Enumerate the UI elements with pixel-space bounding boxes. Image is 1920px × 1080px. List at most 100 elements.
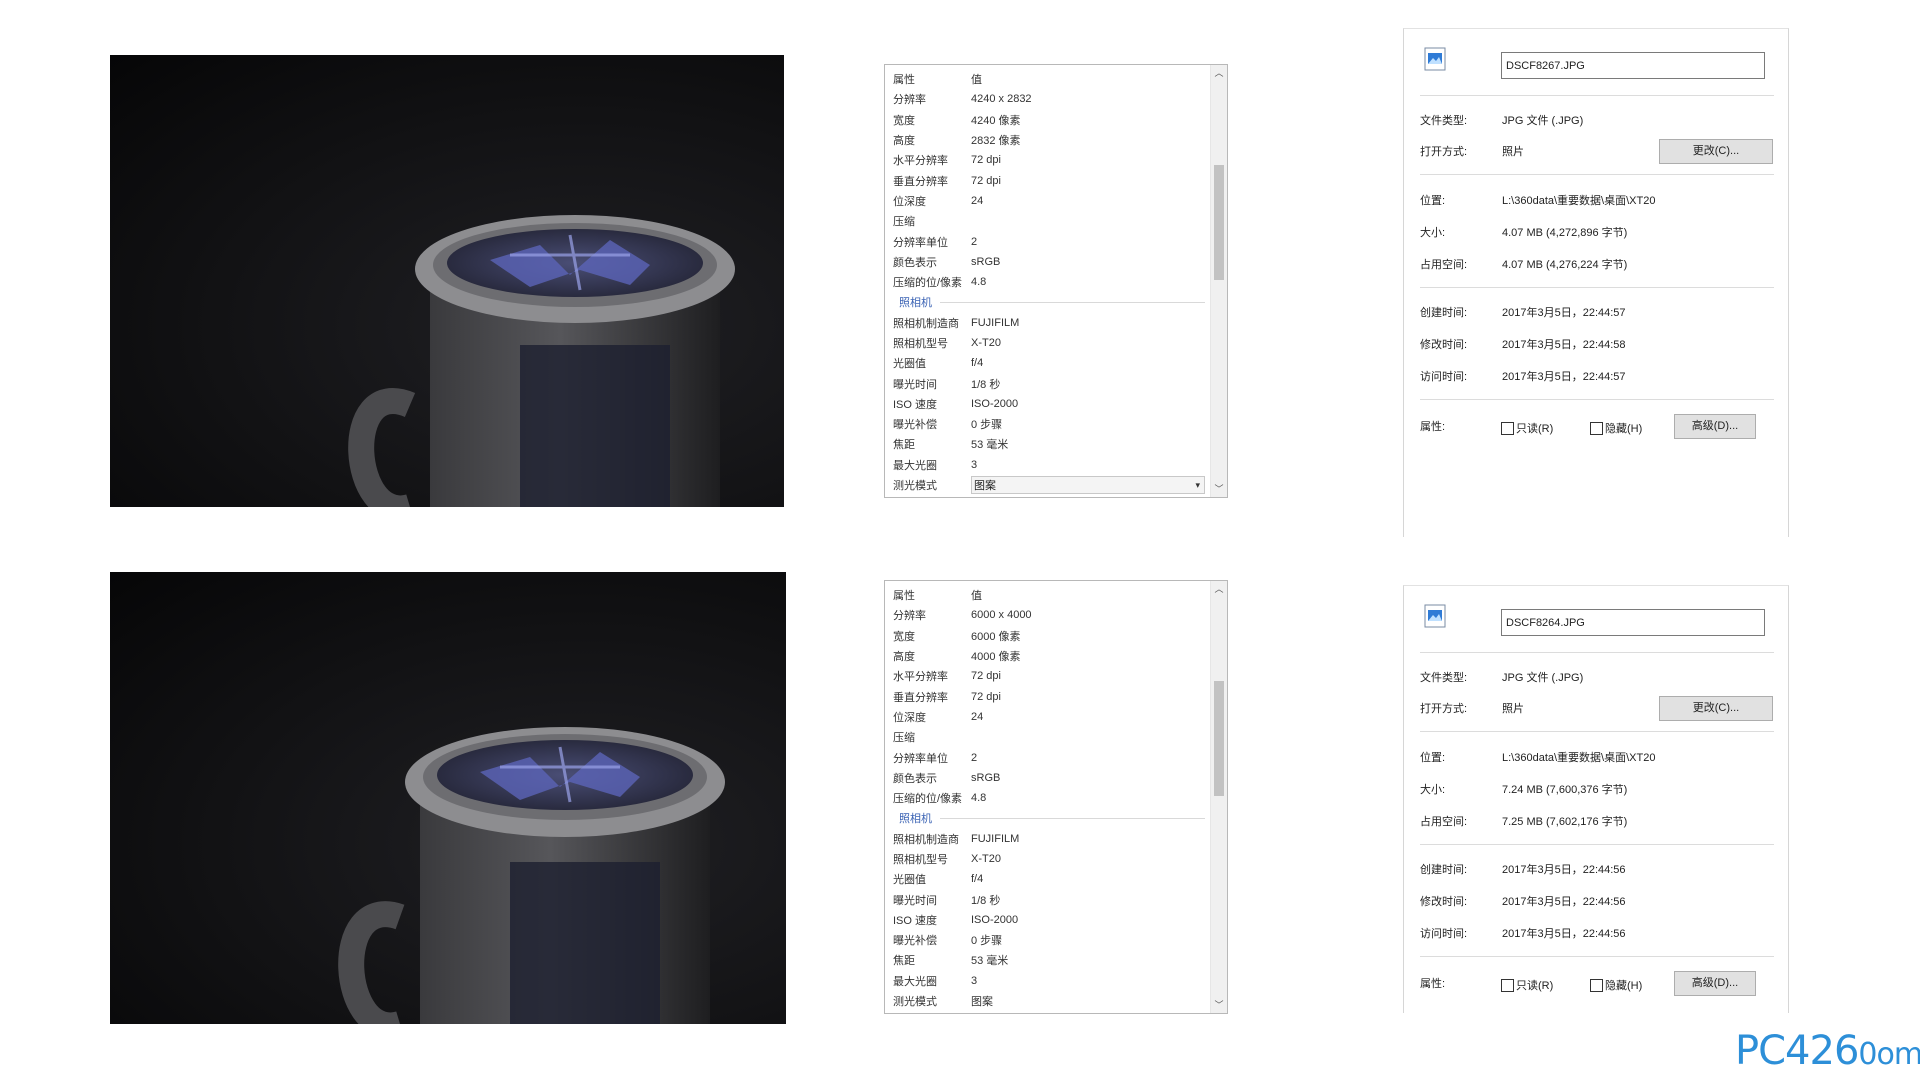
- details-rows: 属性 值 分辨率 6000 x 4000 宽度 6000 像素 高度 4000 像素 …: [893, 585, 1209, 1011]
- divider: [1420, 95, 1774, 96]
- header-value[interactable]: 值: [971, 587, 982, 603]
- details-header: 属性 值: [893, 585, 1209, 605]
- mug-illustration: [348, 215, 735, 507]
- scroll-up-icon[interactable]: ︿: [1211, 581, 1227, 597]
- details-row[interactable]: 照相机型号 X-T20: [893, 849, 1209, 869]
- details-row[interactable]: 分辨率 6000 x 4000: [893, 605, 1209, 625]
- scrollbar-thumb[interactable]: [1214, 681, 1224, 796]
- watermark-suffix: 0om: [1858, 1037, 1920, 1072]
- details-row[interactable]: 最大光圈 3: [893, 971, 1209, 991]
- filename-field[interactable]: DSCF8264.JPG: [1501, 609, 1765, 636]
- vertical-scrollbar[interactable]: ︿ ﹀: [1210, 65, 1227, 497]
- readonly-checkbox[interactable]: 只读(R): [1501, 420, 1553, 436]
- details-row[interactable]: 光圈值 f/4: [893, 353, 1209, 373]
- readonly-checkbox[interactable]: 只读(R): [1501, 977, 1553, 993]
- details-row[interactable]: 压缩的位/像素 4.8: [893, 788, 1209, 808]
- size-on-disk-label: 占用空间:: [1420, 259, 1468, 271]
- hidden-checkbox[interactable]: 隐藏(H): [1590, 977, 1642, 993]
- location-label: 位置:: [1420, 195, 1446, 207]
- attributes-label: 属性:: [1420, 978, 1446, 990]
- details-row[interactable]: 光圈值 f/4: [893, 869, 1209, 889]
- details-row[interactable]: 水平分辨率 72 dpi: [893, 150, 1209, 170]
- checkbox-box[interactable]: [1501, 978, 1514, 992]
- checkbox-box[interactable]: [1590, 978, 1603, 992]
- change-button[interactable]: 更改(C)...: [1659, 696, 1773, 721]
- divider: [1420, 174, 1774, 175]
- image-file-icon: [1424, 604, 1446, 628]
- details-row[interactable]: 高度 4000 像素: [893, 646, 1209, 666]
- details-row[interactable]: 宽度 4240 像素: [893, 110, 1209, 130]
- details-row[interactable]: 分辨率单位 2: [893, 231, 1209, 251]
- details-row[interactable]: 分辨率 4240 x 2832: [893, 89, 1209, 109]
- scroll-down-icon[interactable]: ﹀: [1211, 997, 1227, 1013]
- advanced-button[interactable]: 高级(D)...: [1674, 414, 1756, 439]
- accessed-value: 2017年3月5日，22:44:57: [1502, 371, 1626, 383]
- details-group-camera: 照相机: [893, 808, 1209, 828]
- modified-label: 修改时间:: [1420, 339, 1468, 351]
- details-row[interactable]: 照相机制造商 FUJIFILM: [893, 829, 1209, 849]
- header-property[interactable]: 属性: [893, 71, 971, 87]
- details-row[interactable]: 曝光时间 1/8 秒: [893, 889, 1209, 909]
- file-type-value: JPG 文件 (.JPG): [1502, 672, 1584, 684]
- scrollbar-thumb[interactable]: [1214, 165, 1224, 280]
- details-row[interactable]: 曝光补偿 0 步骤: [893, 414, 1209, 434]
- details-row[interactable]: 照相机制造商 FUJIFILM: [893, 313, 1209, 333]
- location-label: 位置:: [1420, 752, 1446, 764]
- created-label: 创建时间:: [1420, 307, 1468, 319]
- details-row-metering[interactable]: 测光模式 图案 ▾: [893, 475, 1209, 495]
- details-row[interactable]: 焦距 53 毫米: [893, 434, 1209, 454]
- dropdown-value: 图案: [974, 480, 996, 493]
- details-row[interactable]: 压缩: [893, 211, 1209, 231]
- details-row[interactable]: 位深度 24: [893, 707, 1209, 727]
- details-row[interactable]: 高度 2832 像素: [893, 130, 1209, 150]
- details-row[interactable]: 曝光补偿 0 步骤: [893, 930, 1209, 950]
- details-row[interactable]: 垂直分辨率 72 dpi: [893, 170, 1209, 190]
- details-row[interactable]: 焦距 53 毫米: [893, 950, 1209, 970]
- details-list-top[interactable]: 属性 值 分辨率 4240 x 2832 宽度 4240 像素 高度 2832 像素 …: [884, 64, 1228, 498]
- details-row[interactable]: 压缩的位/像素 4.8: [893, 272, 1209, 292]
- details-row[interactable]: 颜色表示 sRGB: [893, 768, 1209, 788]
- details-row[interactable]: 垂直分辨率 72 dpi: [893, 686, 1209, 706]
- created-value: 2017年3月5日，22:44:57: [1502, 307, 1626, 319]
- change-button[interactable]: 更改(C)...: [1659, 139, 1773, 164]
- details-row[interactable]: 照相机型号 X-T20: [893, 333, 1209, 353]
- details-row[interactable]: 颜色表示 sRGB: [893, 252, 1209, 272]
- details-row[interactable]: ISO 速度 ISO-2000: [893, 394, 1209, 414]
- details-row[interactable]: 分辨率单位 2: [893, 747, 1209, 767]
- metering-mode-dropdown[interactable]: 图案 ▾: [971, 475, 1205, 495]
- details-row[interactable]: 测光模式 图案: [893, 991, 1209, 1011]
- modified-value: 2017年3月5日，22:44:56: [1502, 896, 1626, 908]
- hidden-checkbox[interactable]: 隐藏(H): [1590, 420, 1642, 436]
- checkbox-box[interactable]: [1590, 421, 1603, 435]
- divider: [1420, 956, 1774, 957]
- size-on-disk-value: 7.25 MB (7,602,176 字节): [1502, 816, 1628, 828]
- details-row[interactable]: ISO 速度 ISO-2000: [893, 910, 1209, 930]
- created-value: 2017年3月5日，22:44:56: [1502, 864, 1626, 876]
- scroll-up-icon[interactable]: ︿: [1211, 65, 1227, 81]
- site-watermark-logo: PC4260om: [1735, 1028, 1920, 1074]
- header-value[interactable]: 值: [971, 71, 982, 87]
- details-row[interactable]: 位深度 24: [893, 191, 1209, 211]
- attributes-label: 属性:: [1420, 421, 1446, 433]
- details-row[interactable]: 水平分辨率 72 dpi: [893, 666, 1209, 686]
- location-value: L:\360data\重要数据\桌面\XT20: [1502, 752, 1656, 764]
- header-property[interactable]: 属性: [893, 587, 971, 603]
- size-on-disk-label: 占用空间:: [1420, 816, 1468, 828]
- size-label: 大小:: [1420, 784, 1446, 796]
- filename-field[interactable]: DSCF8267.JPG: [1501, 52, 1765, 79]
- details-row[interactable]: 宽度 6000 像素: [893, 626, 1209, 646]
- accessed-value: 2017年3月5日，22:44:56: [1502, 928, 1626, 940]
- file-properties-dialog-top: DSCF8267.JPG 文件类型: JPG 文件 (.JPG) 打开方式: 照…: [1403, 28, 1789, 537]
- divider: [1420, 652, 1774, 653]
- scroll-down-icon[interactable]: ﹀: [1211, 481, 1227, 497]
- checkbox-box[interactable]: [1501, 421, 1514, 435]
- vertical-scrollbar[interactable]: ︿ ﹀: [1210, 581, 1227, 1013]
- size-value: 7.24 MB (7,600,376 字节): [1502, 784, 1628, 796]
- details-row[interactable]: 最大光圈 3: [893, 455, 1209, 475]
- details-row[interactable]: 压缩: [893, 727, 1209, 747]
- divider: [1420, 287, 1774, 288]
- details-row[interactable]: 曝光时间 1/8 秒: [893, 373, 1209, 393]
- advanced-button[interactable]: 高级(D)...: [1674, 971, 1756, 996]
- size-on-disk-value: 4.07 MB (4,276,224 字节): [1502, 259, 1628, 271]
- details-list-bottom[interactable]: 属性 值 分辨率 6000 x 4000 宽度 6000 像素 高度 4000 像素 …: [884, 580, 1228, 1014]
